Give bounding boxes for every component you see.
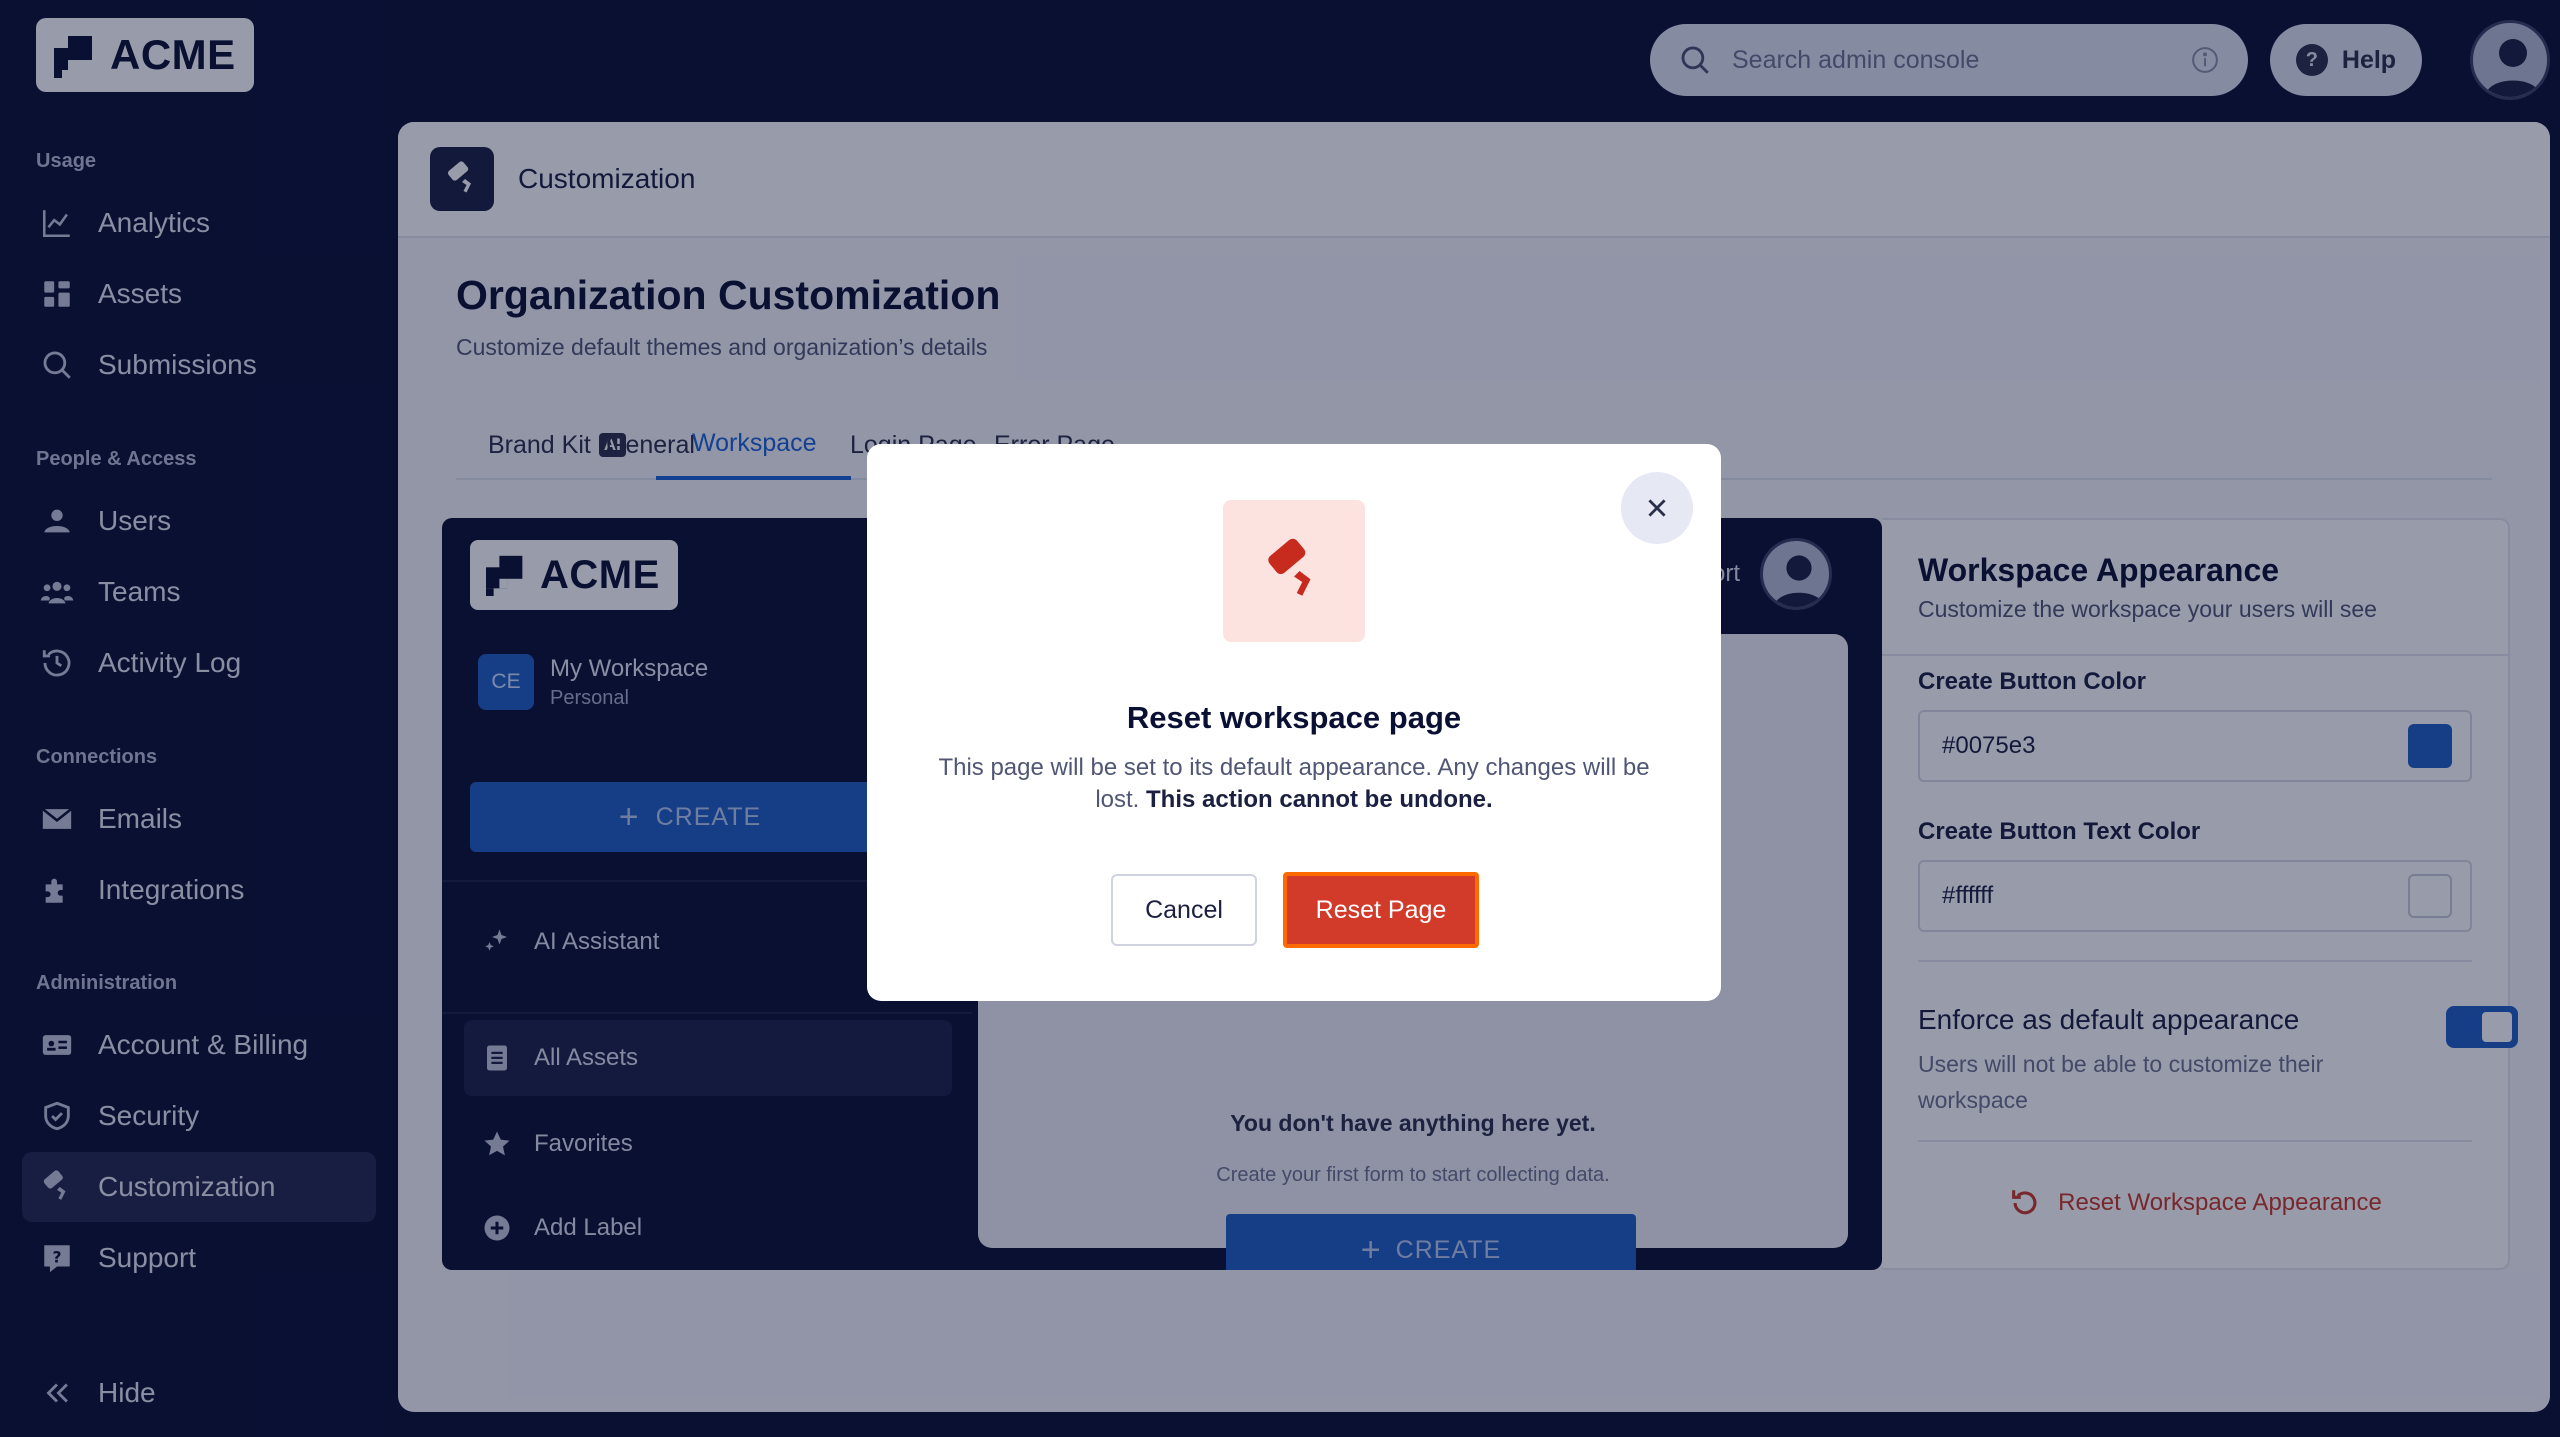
- reset-page-button[interactable]: Reset Page: [1283, 872, 1479, 948]
- close-button[interactable]: [1621, 472, 1693, 544]
- close-icon: [1648, 499, 1666, 517]
- paint-roller-icon: [1223, 500, 1365, 642]
- dialog-title: Reset workspace page: [1126, 700, 1462, 735]
- cancel-button[interactable]: Cancel: [1111, 874, 1257, 946]
- dialog-message: This page will be set to its default app…: [927, 752, 1661, 816]
- reset-dialog: Reset workspace page This page will be s…: [867, 444, 1721, 1001]
- dialog-message-warning: This action cannot be undone.: [1146, 786, 1493, 813]
